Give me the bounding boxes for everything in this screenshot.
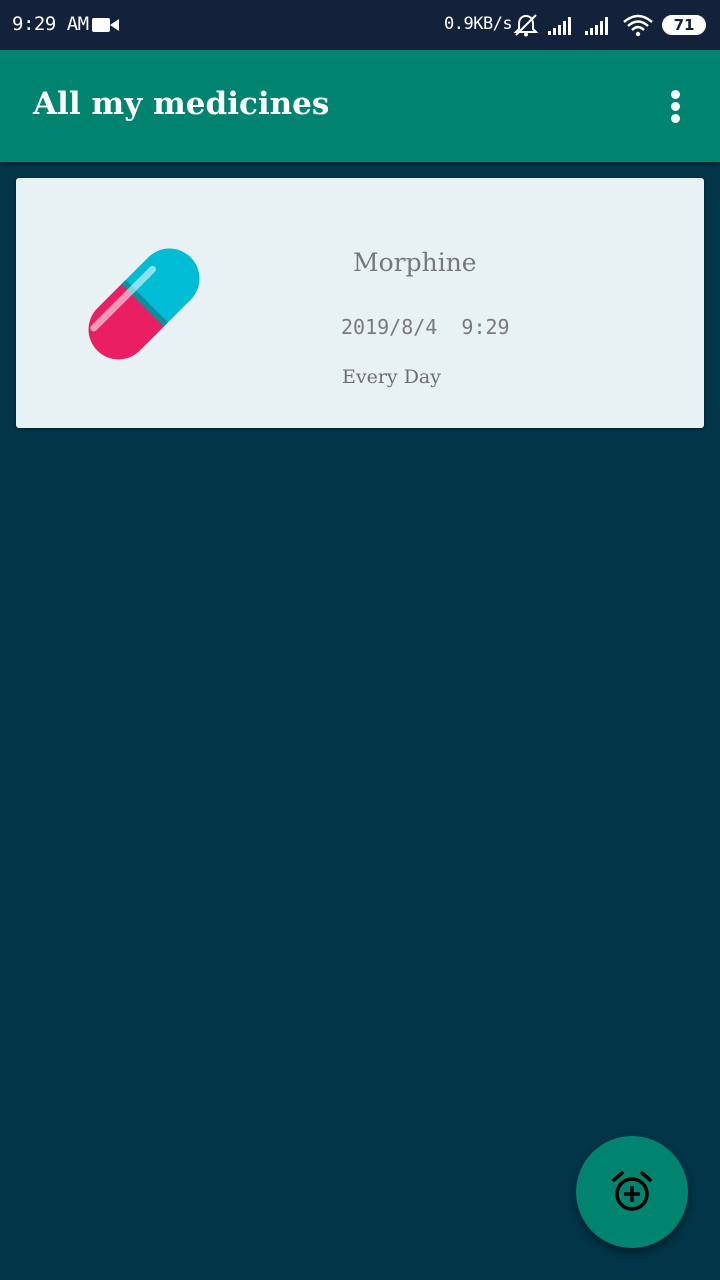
signal-icon	[548, 17, 571, 35]
page-title: All my medicines	[33, 86, 330, 122]
capsule-icon	[88, 248, 200, 360]
network-speed: 0.9KB/s	[444, 14, 513, 34]
more-options-button[interactable]	[656, 84, 696, 128]
add-alarm-icon	[612, 1171, 652, 1211]
more-vertical-icon-dot	[671, 114, 680, 123]
signal-icon	[585, 17, 608, 35]
app-bar: All my medicines	[0, 50, 720, 162]
more-vertical-icon	[671, 90, 680, 99]
medicine-name: Morphine	[353, 248, 477, 277]
add-alarm-button[interactable]	[576, 1136, 688, 1248]
more-vertical-icon-dot	[671, 102, 680, 111]
battery-icon: 71	[662, 15, 706, 35]
wifi-icon	[623, 14, 653, 37]
muted-bell-icon	[513, 14, 539, 37]
status-time: 9:29 AM	[12, 13, 89, 35]
medicine-card[interactable]: Morphine 2019/8/4 9:29 Every Day	[16, 178, 704, 428]
status-bar: 9:29 AM 0.9KB/s 71	[0, 0, 720, 50]
video-camera-icon	[92, 18, 119, 32]
medicine-frequency: Every Day	[342, 366, 441, 388]
medicine-datetime: 2019/8/4 9:29	[341, 315, 510, 339]
battery-level: 71	[673, 16, 695, 34]
